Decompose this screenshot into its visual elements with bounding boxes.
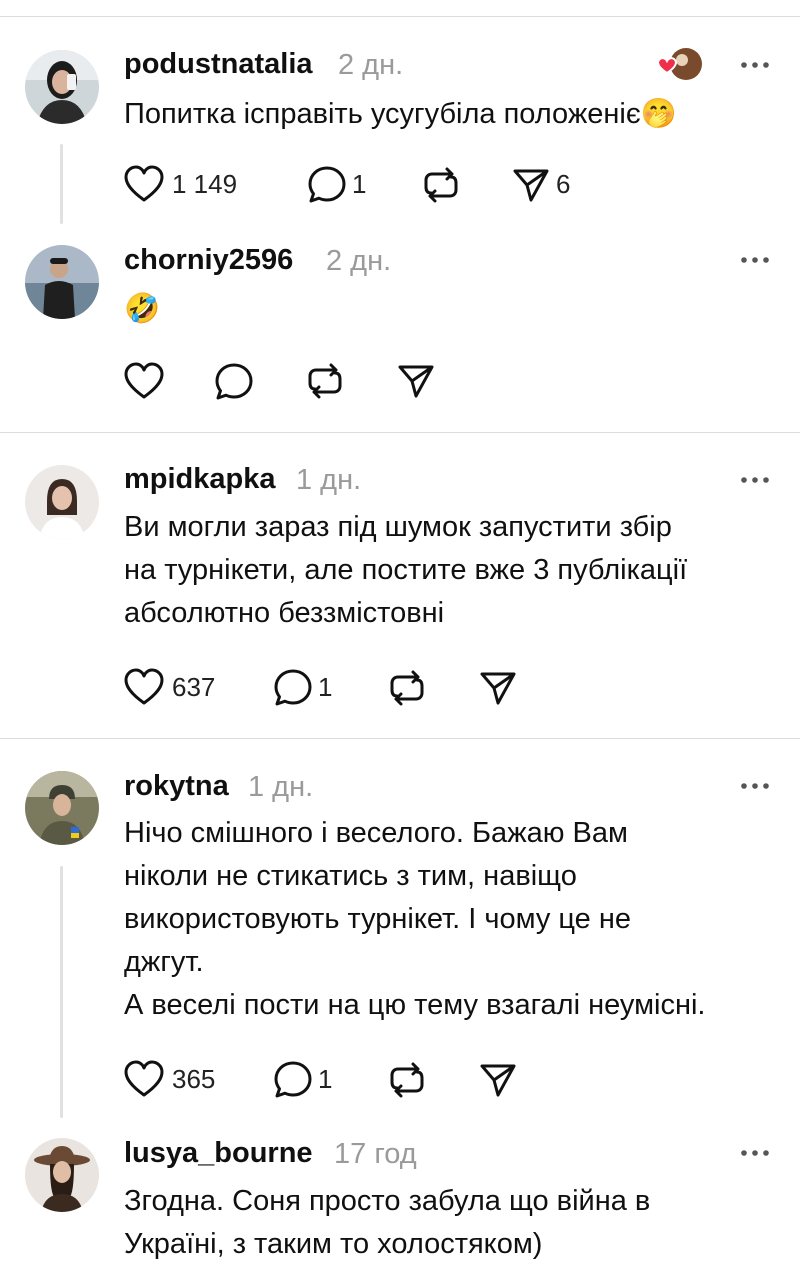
username[interactable]: lusya_bourne: [124, 1137, 313, 1170]
send-arrow-icon[interactable]: [479, 669, 517, 707]
heart-icon[interactable]: [124, 362, 164, 400]
more-dots-icon[interactable]: [740, 255, 770, 265]
comment-divider: [0, 738, 800, 739]
comment-text-line: використовують турнікет. І чому це не: [124, 903, 632, 935]
more-dots-icon[interactable]: [740, 475, 770, 485]
timestamp: 1 дн.: [248, 771, 314, 803]
more-dots-icon[interactable]: [740, 781, 770, 791]
comment-text: Згодна. Соня просто забула що війна в Ук…: [124, 1180, 774, 1266]
send-arrow-icon[interactable]: [397, 362, 435, 400]
speech-bubble-icon[interactable]: [214, 362, 254, 402]
share-count: 6: [556, 169, 571, 199]
comment-text-line: Попитка ісправіть усугубіла положеніє: [124, 98, 641, 130]
speech-bubble-icon[interactable]: [273, 1060, 313, 1100]
username[interactable]: mpidkapka: [124, 463, 276, 496]
comment-text-line: абсолютно беззмістовні: [124, 597, 445, 629]
comment-text-line: А веселі пости на цю тему взагалі неуміс…: [124, 989, 706, 1021]
top-divider: [0, 16, 800, 17]
timestamp: 2 дн.: [326, 245, 392, 277]
username[interactable]: podustnatalia: [124, 48, 313, 81]
timestamp: 17 год: [334, 1138, 417, 1170]
like-count: 1 149: [172, 169, 238, 199]
username[interactable]: rokytna: [124, 770, 229, 803]
comment-text-line: Ви могли зараз під шумок запустити збір: [124, 511, 672, 543]
repost-arrows-icon[interactable]: [388, 669, 426, 707]
comment-text-line: Україні, з таким то холостяком): [124, 1228, 543, 1260]
thread-line: [60, 144, 63, 224]
like-count: 365: [172, 1064, 216, 1094]
heart-icon[interactable]: [124, 1060, 164, 1098]
avatar-chorniy2596[interactable]: [25, 245, 99, 319]
avatar-lusya_bourne[interactable]: [25, 1138, 99, 1212]
avatar-mpidkapka[interactable]: [25, 465, 99, 539]
heart-icon[interactable]: [124, 668, 164, 706]
speech-bubble-icon[interactable]: [307, 165, 347, 205]
timestamp: 1 дн.: [296, 464, 362, 496]
comment-text-line: Згодна. Соня просто забула що війна в: [124, 1185, 651, 1217]
comment-text-line: джгут.: [124, 946, 204, 978]
comment-text: Ви могли зараз під шумок запустити збір …: [124, 506, 774, 635]
more-dots-icon[interactable]: [740, 60, 770, 70]
speech-bubble-icon[interactable]: [273, 668, 313, 708]
comment-text: Нічо смішного і веселого. Бажаю Вам ніко…: [124, 812, 774, 1027]
comment-text: 🤣: [124, 288, 774, 331]
reply-count: 1: [318, 672, 333, 702]
repost-arrows-icon[interactable]: [306, 362, 344, 400]
avatar-podustnatalia[interactable]: [25, 50, 99, 124]
comment-text-line: Нічо смішного і веселого. Бажаю Вам: [124, 817, 628, 849]
comment-text-line: ніколи не стикатись з тим, навіщо: [124, 860, 577, 892]
reply-count: 1: [318, 1064, 333, 1094]
more-dots-icon[interactable]: [740, 1148, 770, 1158]
emoji-hand-over-mouth: 🤭: [640, 98, 677, 130]
comment-text-line: на турнікети, але постите вже 3 публікац…: [124, 554, 688, 586]
send-arrow-icon[interactable]: [512, 166, 550, 204]
comment-text: Попитка ісправіть усугубіла положеніє🤭: [124, 93, 774, 136]
comment-divider: [0, 432, 800, 433]
author-liked-reaction: [652, 46, 704, 86]
username[interactable]: chorniy2596: [124, 244, 293, 277]
repost-arrows-icon[interactable]: [388, 1061, 426, 1099]
timestamp: 2 дн.: [338, 49, 404, 81]
reply-count: 1: [352, 169, 367, 199]
avatar-rokytna[interactable]: [25, 771, 99, 845]
heart-icon[interactable]: [124, 165, 164, 203]
emoji-rolling-laughing: 🤣: [124, 293, 161, 325]
like-count: 637: [172, 672, 216, 702]
repost-arrows-icon[interactable]: [422, 166, 460, 204]
send-arrow-icon[interactable]: [479, 1061, 517, 1099]
thread-line: [60, 866, 63, 1118]
